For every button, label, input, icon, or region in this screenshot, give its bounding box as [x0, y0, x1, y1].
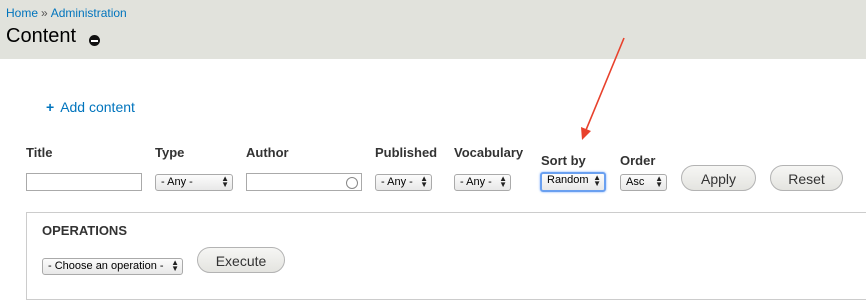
annotation-arrow-icon — [581, 37, 625, 140]
